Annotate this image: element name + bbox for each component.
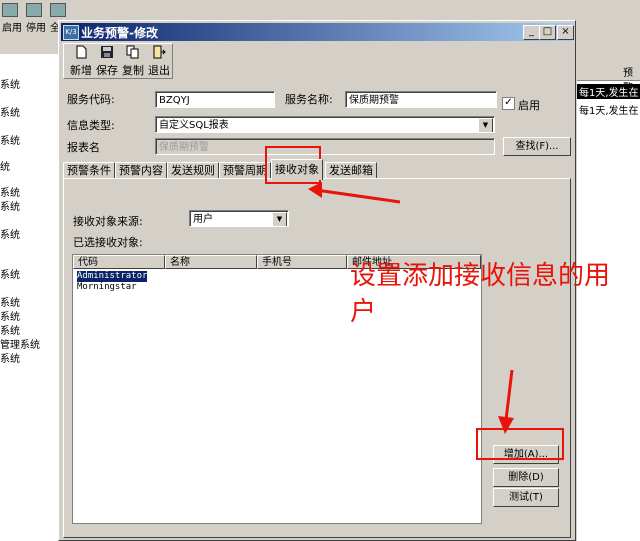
minimize-icon[interactable]: _ [523, 25, 540, 40]
all-icon [50, 3, 66, 17]
enabled-label: 启用 [518, 99, 540, 112]
tab-receivers[interactable]: 接收对象 [271, 159, 323, 180]
service-code-label: 服务代码: [67, 93, 115, 106]
list-item[interactable]: 每1天,发生在 [579, 102, 639, 117]
tree-item[interactable]: 系统 [0, 322, 20, 337]
bg-disable-button[interactable]: 停用 [26, 3, 46, 34]
tree-item[interactable]: 管理系统 [0, 336, 40, 351]
disable-icon [26, 3, 42, 17]
tab-alert-period[interactable]: 预警周期 [219, 162, 271, 179]
tree-item[interactable]: 系统 [0, 76, 20, 91]
selected-receivers-label: 已选接收对象: [73, 236, 143, 249]
background-tree: 系统 系统 系统 统 系统 系统 系统 系统 系统 系统 系统 管理系统 系统 [0, 54, 59, 541]
enabled-checkbox[interactable]: ✓ [502, 97, 515, 110]
app-icon: K/3 [63, 25, 79, 40]
new-document-icon [76, 45, 87, 59]
copy-button[interactable]: 复制 [119, 45, 147, 78]
column-header-name[interactable]: 名称 [165, 255, 257, 269]
dialog-title: 业务预警-修改 [81, 26, 158, 40]
receiver-source-label: 接收对象来源: [73, 215, 143, 228]
new-button[interactable]: 新增 [67, 45, 95, 78]
exit-door-icon [153, 45, 166, 59]
tree-item[interactable]: 系统 [0, 198, 20, 213]
service-code-input[interactable]: BZQYJ [155, 91, 275, 108]
report-name-input: 保质期预警 [155, 138, 495, 155]
copy-icon [126, 45, 139, 59]
info-type-select[interactable]: 自定义SQL报表 ▼ [155, 116, 495, 133]
report-name-label: 报表名 [67, 141, 100, 154]
tab-alert-content[interactable]: 预警内容 [115, 162, 167, 179]
tree-item[interactable]: 系统 [0, 294, 20, 309]
tree-item[interactable]: 系统 [0, 266, 20, 281]
exit-button[interactable]: 退出 [145, 45, 173, 78]
tree-item[interactable]: 系统 [0, 132, 20, 147]
tree-item[interactable]: 系统 [0, 104, 20, 119]
service-name-label: 服务名称: [285, 93, 333, 106]
maximize-icon[interactable]: □ [539, 25, 556, 40]
bg-enable-button[interactable]: 启用 [2, 3, 22, 34]
delete-receiver-button[interactable]: 删除(D) [493, 468, 559, 487]
save-button[interactable]: 保存 [93, 45, 121, 78]
service-name-input[interactable]: 保质期预警 [345, 91, 497, 108]
tab-alert-condition[interactable]: 预警条件 [63, 162, 115, 179]
table-row[interactable]: Administrator [77, 271, 148, 282]
receiver-source-select[interactable]: 用户 ▼ [189, 210, 289, 227]
enable-icon [2, 3, 18, 17]
chevron-down-icon[interactable]: ▼ [478, 118, 493, 132]
tree-item[interactable]: 统 [0, 158, 10, 173]
tree-item[interactable]: 系统 [0, 226, 20, 241]
background-list-header: 预警 [577, 62, 640, 94]
find-button[interactable]: 查找(F)... [503, 137, 571, 156]
test-button[interactable]: 测试(T) [493, 488, 559, 507]
chevron-down-icon[interactable]: ▼ [272, 212, 287, 226]
dialog-titlebar[interactable]: K/3 业务预警-修改 _ □ × [61, 23, 574, 41]
close-icon[interactable]: × [557, 25, 574, 40]
column-header-code[interactable]: 代码 [73, 255, 165, 269]
floppy-disk-icon [101, 46, 113, 58]
tree-item[interactable]: 系统 [0, 308, 20, 323]
annotation-arrow-icon [498, 369, 514, 434]
column-header-phone[interactable]: 手机号 [257, 255, 347, 269]
tree-item[interactable]: 系统 [0, 350, 20, 365]
tree-item[interactable]: 系统 [0, 184, 20, 199]
annotation-text: 设置添加接收信息的用户 [350, 261, 611, 327]
table-row[interactable]: Morningstar [77, 282, 137, 293]
info-type-label: 信息类型: [67, 119, 115, 132]
tab-send-rules[interactable]: 发送规则 [167, 162, 219, 179]
